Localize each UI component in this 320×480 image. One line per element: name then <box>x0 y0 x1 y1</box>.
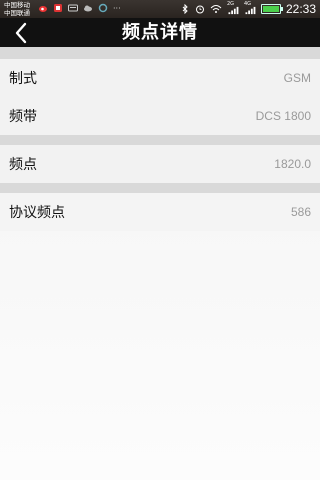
bluetooth-icon <box>182 4 188 14</box>
battery-level <box>262 6 280 12</box>
status-bar: 中国移动 中国联通 ··· 2G 4G 22:33 <box>0 0 320 18</box>
more-notifications: ··· <box>113 3 121 13</box>
section-divider <box>0 183 320 193</box>
row-label: 频带 <box>9 109 37 125</box>
section-divider <box>0 135 320 145</box>
section-band-info: 制式 GSM 频带 DCS 1800 <box>0 59 320 135</box>
row-value: 1820.0 <box>274 157 311 171</box>
keyboard-icon <box>68 4 78 12</box>
signal-2g-icon: 2G <box>227 1 239 15</box>
system-icons: 2G 4G 22:33 <box>180 1 316 16</box>
row-label: 协议频点 <box>9 205 65 221</box>
page-title: 频点详情 <box>122 22 198 43</box>
section-divider <box>0 47 320 59</box>
detail-row-band: 频带 DCS 1800 <box>0 97 320 135</box>
carrier-2: 中国联通 <box>4 9 30 17</box>
row-label: 制式 <box>9 71 37 87</box>
app-icon <box>54 4 62 12</box>
carrier-1: 中国移动 <box>4 1 30 9</box>
weibo-icon <box>39 6 47 12</box>
row-value: DCS 1800 <box>255 109 311 123</box>
detail-row-protocol-channel: 协议频点 586 <box>0 193 320 231</box>
wifi-icon <box>210 5 222 13</box>
row-value: GSM <box>283 71 311 85</box>
ring-icon <box>98 3 108 13</box>
section-protocol: 协议频点 586 <box>0 193 320 231</box>
row-label: 频点 <box>9 157 37 173</box>
row-value: 586 <box>290 205 311 219</box>
notification-icons: ··· <box>38 3 121 13</box>
detail-list: 制式 GSM 频带 DCS 1800 频点 1820.0 协议频点 586 <box>0 47 320 480</box>
detail-row-standard: 制式 GSM <box>0 59 320 97</box>
carrier-names: 中国移动 中国联通 <box>4 1 30 17</box>
cloud-icon <box>84 5 92 12</box>
section-frequency: 频点 1820.0 <box>0 145 320 183</box>
status-time: 22:33 <box>285 2 316 16</box>
signal-4g-icon: 4G <box>244 1 256 15</box>
detail-row-frequency: 频点 1820.0 <box>0 145 320 183</box>
alarm-icon <box>195 5 204 14</box>
title-bar: 频点详情 <box>0 18 320 47</box>
battery-icon <box>260 4 283 14</box>
